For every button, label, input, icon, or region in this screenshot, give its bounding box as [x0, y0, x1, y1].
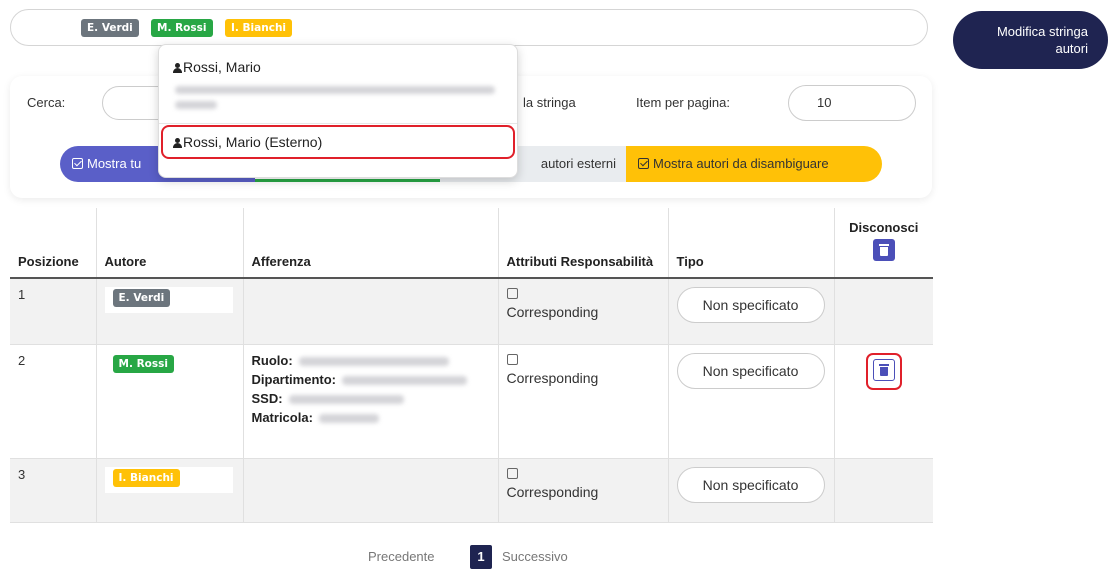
- type-cell: Non specificato: [668, 344, 835, 459]
- position-cell: 2: [10, 344, 97, 459]
- search-string-label: la stringa: [523, 95, 576, 110]
- toggle-disambiguate-label: Mostra autori da disambiguare: [653, 156, 829, 171]
- affiliation-cell: [243, 458, 499, 523]
- type-select[interactable]: Non specificato: [676, 352, 825, 389]
- blurred-detail: [298, 356, 449, 366]
- disown-cell: [834, 344, 933, 459]
- disown-cell: [834, 458, 933, 523]
- position-cell: 3: [10, 458, 97, 523]
- blurred-detail: [175, 101, 217, 109]
- column-header-position: Posizione: [10, 208, 97, 279]
- disown-cell: [834, 278, 933, 345]
- column-header-disown: Disconosci: [834, 208, 933, 279]
- corresponding-checkbox[interactable]: [506, 467, 518, 479]
- type-select[interactable]: Non specificato: [676, 287, 825, 323]
- author-tag-verdi[interactable]: E. Verdi: [112, 289, 171, 307]
- column-header-type: Tipo: [668, 208, 835, 279]
- author-cell: M. Rossi: [96, 344, 244, 459]
- type-cell: Non specificato: [668, 278, 835, 345]
- author-tag-bianchi[interactable]: I. Bianchi: [225, 19, 293, 37]
- toggle-disambiguate-authors[interactable]: Mostra autori da disambiguare: [626, 146, 882, 182]
- author-tag-rossi[interactable]: M. Rossi: [151, 19, 213, 37]
- attributes-cell: Corresponding: [498, 458, 669, 523]
- blurred-detail: [318, 413, 379, 423]
- author-cell: E. Verdi: [96, 278, 244, 345]
- type-cell: Non specificato: [668, 458, 835, 523]
- suggestion-label: Rossi, Mario (Esterno): [183, 134, 323, 150]
- corresponding-label: Corresponding: [506, 369, 599, 386]
- attributes-cell: Corresponding: [498, 344, 669, 459]
- toggle-external-authors-label: autori esterni: [540, 156, 616, 171]
- dropdown-divider: [159, 123, 517, 124]
- table-row: 1 E. Verdi Corresponding Non specificato: [10, 278, 933, 345]
- blurred-detail: [342, 375, 467, 385]
- modify-author-string-button[interactable]: Modifica stringa autori: [953, 11, 1108, 69]
- trash-icon: [878, 244, 889, 256]
- table-row: 3 I. Bianchi Corresponding Non specifica…: [10, 458, 933, 523]
- position-cell: 1: [10, 278, 97, 345]
- disown-header-label: Disconosci: [849, 220, 919, 235]
- column-header-attributes: Attributi Responsabilità: [498, 208, 669, 279]
- disown-all-button[interactable]: [872, 239, 895, 261]
- pagination-previous[interactable]: Precedente: [368, 545, 435, 569]
- author-string-bar[interactable]: E. Verdi M. Rossi I. Bianchi: [10, 9, 928, 46]
- author-tag-bianchi[interactable]: I. Bianchi: [112, 468, 180, 487]
- column-header-author: Autore: [96, 208, 244, 279]
- checkbox-checked-icon: [72, 158, 83, 169]
- pagination-page-1[interactable]: 1: [470, 545, 492, 569]
- suggestion-label: Rossi, Mario: [183, 59, 261, 75]
- table-row: 2 M. Rossi Ruolo: Dipartimento: SSD: Mat…: [10, 344, 933, 459]
- items-per-page-label: Item per pagina:: [636, 95, 730, 110]
- highlight-annotation: [865, 352, 902, 390]
- attributes-cell: Corresponding: [498, 278, 669, 345]
- author-tag-rossi[interactable]: M. Rossi: [112, 354, 174, 373]
- disown-button[interactable]: [872, 358, 895, 381]
- corresponding-label: Corresponding: [506, 304, 599, 320]
- suggestion-rossi-mario-external[interactable]: Rossi, Mario (Esterno): [173, 134, 322, 150]
- ssd-label: SSD:: [251, 390, 283, 406]
- authors-table: Posizione Autore Afferenza Attributi Res…: [10, 208, 933, 523]
- matricola-label: Matricola:: [251, 409, 313, 425]
- trash-icon: [878, 363, 889, 376]
- author-tag-verdi[interactable]: E. Verdi: [81, 19, 139, 37]
- affiliation-cell: Ruolo: Dipartimento: SSD: Matricola:: [243, 344, 499, 459]
- toggle-show-all-label: Mostra tu: [87, 156, 142, 171]
- user-icon: [173, 63, 182, 73]
- pagination-next[interactable]: Successivo: [502, 545, 568, 569]
- corresponding-checkbox[interactable]: [506, 288, 518, 299]
- author-suggestion-dropdown: Rossi, Mario Rossi, Mario (Esterno): [158, 44, 518, 178]
- corresponding-label: Corresponding: [506, 483, 599, 500]
- search-label: Cerca:: [27, 95, 66, 110]
- blurred-detail: [288, 394, 404, 404]
- department-label: Dipartimento:: [251, 371, 337, 387]
- corresponding-checkbox[interactable]: [506, 353, 518, 365]
- column-header-affiliation: Afferenza: [243, 208, 499, 279]
- type-select[interactable]: Non specificato: [676, 466, 825, 503]
- checkbox-checked-icon: [638, 158, 649, 169]
- items-per-page-input[interactable]: 10: [788, 85, 916, 121]
- role-label: Ruolo:: [251, 352, 293, 368]
- author-cell: I. Bianchi: [96, 458, 244, 523]
- blurred-detail: [175, 86, 495, 94]
- suggestion-rossi-mario[interactable]: Rossi, Mario: [173, 59, 261, 75]
- user-icon: [173, 138, 182, 148]
- affiliation-cell: [243, 278, 499, 345]
